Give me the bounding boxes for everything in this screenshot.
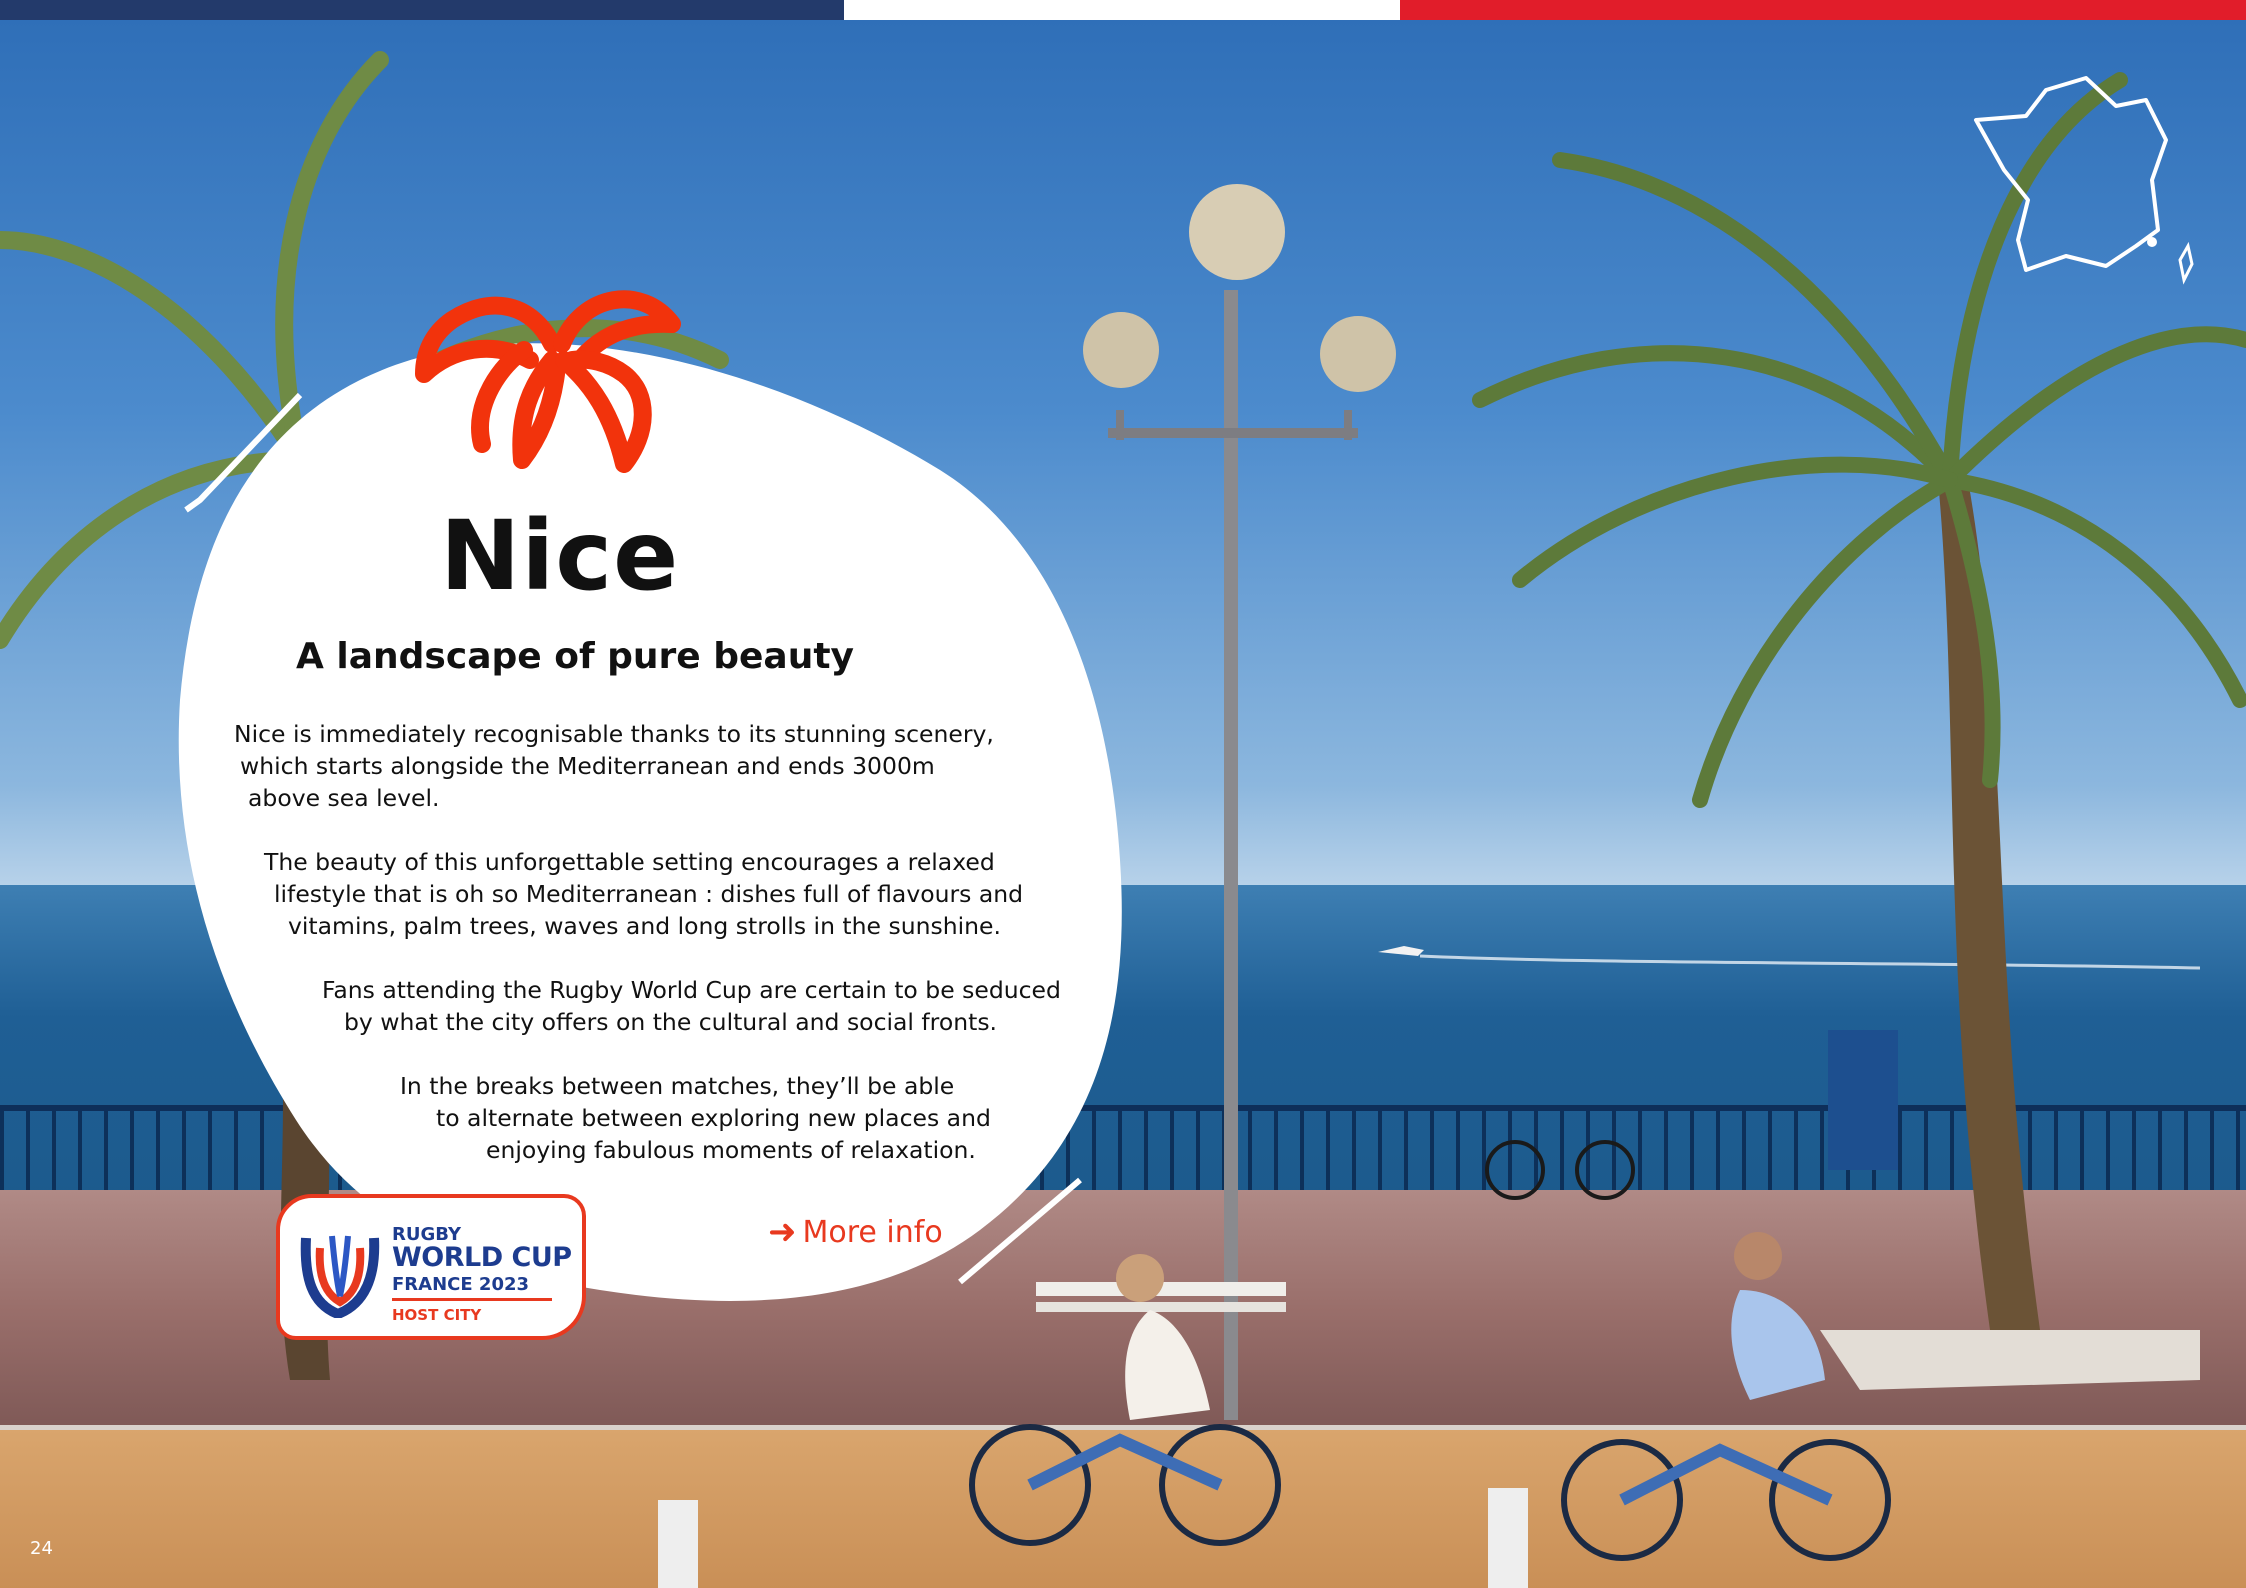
flag-blue <box>0 0 844 20</box>
paragraph-3-line-1: Fans attending the Rugby World Cup are c… <box>322 976 1061 1004</box>
rugby-world-cup-logo: RUGBY WORLD CUP FRANCE 2023 HOST CITY <box>276 1194 586 1340</box>
page-title: Nice <box>440 500 680 612</box>
badge-line-france: FRANCE 2023 <box>392 1274 530 1295</box>
page-subtitle: A landscape of pure beauty <box>296 636 855 677</box>
page-number: 24 <box>30 1538 53 1559</box>
badge-line-world-cup: WORLD CUP <box>392 1242 572 1273</box>
paragraph-2: The beauty of this unforgettable setting… <box>264 846 1023 942</box>
badge-line-host-city: HOST CITY <box>392 1306 482 1324</box>
more-info-link[interactable]: ➜ More info <box>768 1212 943 1252</box>
paragraph-1-line-2: which starts alongside the Mediterranean… <box>240 752 935 780</box>
paragraph-4-line-1: In the breaks between matches, they’ll b… <box>400 1072 955 1100</box>
paragraph-4-line-2: to alternate between exploring new place… <box>436 1104 991 1132</box>
more-info-label: More info <box>802 1214 943 1250</box>
rwc-emblem-icon <box>300 1235 380 1318</box>
paragraph-3: Fans attending the Rugby World Cup are c… <box>322 974 1061 1038</box>
paragraph-1-line-3: above sea level. <box>248 784 440 812</box>
arrow-right-icon: ➜ <box>768 1212 797 1252</box>
paragraph-2-line-1: The beauty of this unforgettable setting… <box>264 848 995 876</box>
paragraph-2-line-2: lifestyle that is oh so Mediterranean : … <box>274 880 1024 908</box>
paragraph-1: Nice is immediately recognisable thanks … <box>234 718 994 814</box>
paragraph-4: In the breaks between matches, they’ll b… <box>400 1070 991 1166</box>
badge-divider <box>392 1298 552 1301</box>
paragraph-3-line-2: by what the city offers on the cultural … <box>344 1008 998 1036</box>
paragraph-1-line-1: Nice is immediately recognisable thanks … <box>234 720 994 748</box>
tricolour-strip <box>0 0 2246 20</box>
flag-white <box>844 0 1400 20</box>
paragraph-4-line-3: enjoying fabulous moments of relaxation. <box>486 1136 976 1164</box>
content-text: Nice A landscape of pure beauty Nice is … <box>0 0 2246 1588</box>
paragraph-2-line-3: vitamins, palm trees, waves and long str… <box>288 912 1001 940</box>
flag-red <box>1400 0 2246 20</box>
